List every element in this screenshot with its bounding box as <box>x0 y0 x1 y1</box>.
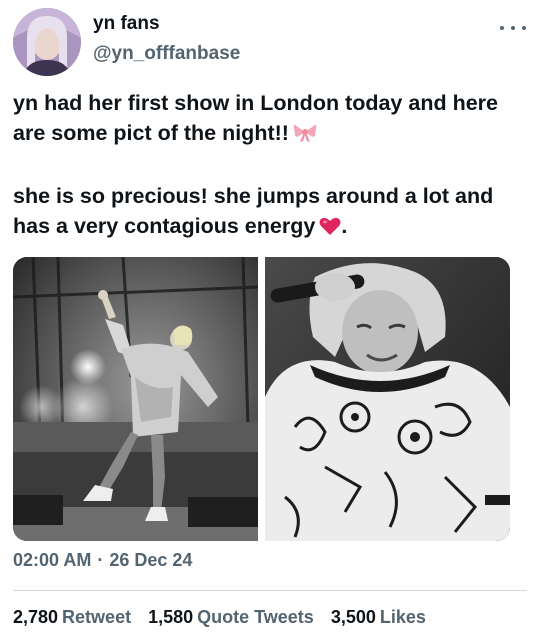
stat-label: Likes <box>379 607 426 627</box>
ribbon-emoji-icon <box>293 121 317 151</box>
photo-grid <box>13 257 510 541</box>
tweet-text: yn had her first show in London today an… <box>13 88 533 244</box>
more-options-icon[interactable] <box>500 18 526 38</box>
stat-count: 2,780 <box>13 607 59 627</box>
engagement-stats: 2,780 Retweet 1,580 Quote Tweets 3,500 Like… <box>13 607 443 628</box>
tweet-paragraph-1-text: yn had her first show in London today an… <box>13 91 498 145</box>
display-name[interactable]: yn fans <box>93 13 160 35</box>
tweet-paragraph: yn had her first show in London today an… <box>13 88 533 151</box>
tweet-timestamp[interactable]: 02:00 AM · 26 Dec 24 <box>13 550 192 571</box>
red-heart-emoji-icon <box>319 214 341 244</box>
avatar[interactable] <box>13 8 81 76</box>
retweet-count[interactable]: 2,780 Retweet <box>13 607 131 628</box>
divider <box>13 590 527 591</box>
stat-count: 1,580 <box>148 607 194 627</box>
quote-tweets-count[interactable]: 1,580 Quote Tweets <box>148 607 314 628</box>
tweet-paragraph-2-end: . <box>341 214 348 238</box>
concert-photo-2[interactable] <box>265 257 510 541</box>
tweet-card: yn fans @yn_offfanbase yn had her first … <box>0 0 540 643</box>
tweet-paragraph: she is so precious! she jumps around a l… <box>13 181 533 244</box>
stat-label: Retweet <box>62 607 132 627</box>
stat-count: 3,500 <box>330 607 376 627</box>
meta-separator: · <box>97 550 104 570</box>
stat-label: Quote Tweets <box>197 607 314 627</box>
likes-count[interactable]: 3,500 Likes <box>331 607 426 628</box>
tweet-time: 02:00 AM <box>13 550 92 570</box>
user-handle[interactable]: @yn_offfanbase <box>93 43 240 65</box>
tweet-paragraph-2-text: she is so precious! she jumps around a l… <box>13 184 494 238</box>
tweet-date: 26 Dec 24 <box>109 550 193 570</box>
concert-photo-1[interactable] <box>13 257 258 541</box>
